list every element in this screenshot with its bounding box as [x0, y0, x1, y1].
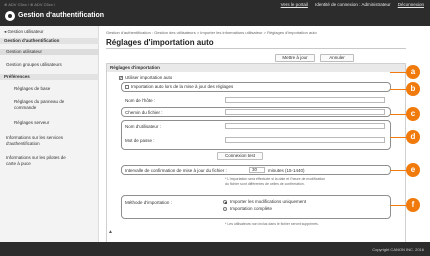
- page-title: Réglages d'importation auto: [106, 38, 214, 47]
- callout-e-leader: [390, 170, 407, 171]
- callout-f-leader: [390, 205, 407, 206]
- app-logo-icon: [5, 11, 15, 21]
- sidebar-item-group-management[interactable]: Gestion groupes utilisateurs: [0, 62, 99, 68]
- full-import-label: Importation complète: [230, 206, 273, 211]
- sidebar-item-server-settings[interactable]: Réglages serveur: [0, 120, 99, 126]
- callout-b: b: [406, 82, 420, 96]
- path-label: Chemin du fichier :: [125, 110, 163, 115]
- section-title: Réglages d'importation: [107, 64, 405, 72]
- interval-note-1: * L'importation sera effectuée si la dat…: [225, 177, 326, 181]
- sidebar-item-user-management[interactable]: Gestion utilisateur: [0, 49, 99, 55]
- top-links: Vers le portail Identité de connexion : …: [275, 2, 424, 7]
- password-label: Mot de passe :: [125, 138, 155, 143]
- main-content: Gestion d'authentification : Gestion des…: [100, 26, 430, 243]
- interval-input[interactable]: 30: [249, 167, 265, 173]
- import-changes-only-radio[interactable]: [223, 200, 227, 204]
- username-label: Nom d'utilisateur :: [125, 124, 161, 129]
- sidebar-item-basic-settings[interactable]: Réglages de base: [0, 86, 99, 92]
- portal-link[interactable]: Vers le portail: [281, 2, 308, 7]
- import-changes-only-label: Importer les modifications uniquement: [230, 199, 307, 204]
- back-to-top-icon[interactable]: ▲: [108, 229, 113, 235]
- interval-unit: minutes (15-1440): [268, 168, 305, 173]
- auto-import-on-update-label: Importation auto lors de la mise à jour …: [131, 84, 234, 89]
- app-title: Gestion d'authentification: [18, 12, 105, 19]
- import-method-label: Méthode d'importation :: [125, 200, 172, 205]
- username-input[interactable]: [225, 123, 385, 129]
- update-button[interactable]: Mettre à jour: [275, 54, 315, 62]
- sidebar-item-smartcard-drivers-2[interactable]: carte à puce: [0, 161, 99, 167]
- footer: Copyright CANON INC. 2016: [0, 242, 430, 256]
- callout-d-leader: [390, 137, 407, 138]
- title-divider: [106, 48, 406, 49]
- password-input[interactable]: [225, 137, 385, 143]
- device-breadcrumb: ⊕ ADV C5xx / ⊕ ADV C5xx /: [4, 2, 55, 7]
- breadcrumb: Gestion d'authentification : Gestion des…: [106, 30, 317, 35]
- sidebar-section-preferences: Préférences: [0, 74, 99, 80]
- connection-test-button[interactable]: Connexion test: [217, 152, 263, 160]
- callout-f: f: [406, 198, 420, 212]
- import-settings-panel: Réglages d'importation Utiliser importat…: [106, 63, 406, 243]
- host-label: Nom de l'hôte :: [125, 98, 156, 103]
- sidebar: ◂ Gestion utilisateur Gestion d'authenti…: [0, 26, 99, 242]
- import-method-note: * Les utilisateurs non inclus dans le fi…: [225, 222, 319, 226]
- full-import-radio[interactable]: [223, 207, 227, 211]
- interval-note-2: du fichier sont différentes de celles de…: [225, 182, 305, 186]
- callout-b-leader: [390, 89, 407, 90]
- use-auto-import-checkbox[interactable]: [119, 75, 123, 81]
- cancel-button[interactable]: Annuler: [320, 54, 354, 62]
- login-identity: Identité de connexion : Administrateur: [315, 2, 391, 7]
- callout-a: a: [406, 65, 420, 79]
- path-input[interactable]: [225, 109, 385, 115]
- callout-c-leader: [390, 114, 407, 115]
- sidebar-item-panel-settings-2[interactable]: commande: [0, 105, 99, 111]
- callout-d: d: [406, 130, 420, 144]
- logout-link[interactable]: Déconnexion: [398, 2, 424, 7]
- interval-label: Intervalle de confirmation de mise à jou…: [125, 168, 227, 173]
- callout-a-leader: [390, 72, 407, 73]
- callout-c: c: [406, 107, 420, 121]
- auto-import-on-update-checkbox[interactable]: [125, 85, 129, 89]
- callout-e: e: [406, 163, 420, 177]
- copyright: Copyright CANON INC. 2016: [372, 247, 424, 252]
- use-auto-import-label: Utiliser importation auto: [125, 75, 173, 80]
- sidebar-back-link[interactable]: ◂ Gestion utilisateur: [0, 29, 99, 35]
- sidebar-item-auth-services-2[interactable]: d'authentification: [0, 141, 99, 147]
- host-input[interactable]: [225, 97, 385, 103]
- top-bar: ⊕ ADV C5xx / ⊕ ADV C5xx / Vers le portai…: [0, 0, 430, 26]
- sidebar-section-auth: Gestion d'authentification: [0, 38, 99, 44]
